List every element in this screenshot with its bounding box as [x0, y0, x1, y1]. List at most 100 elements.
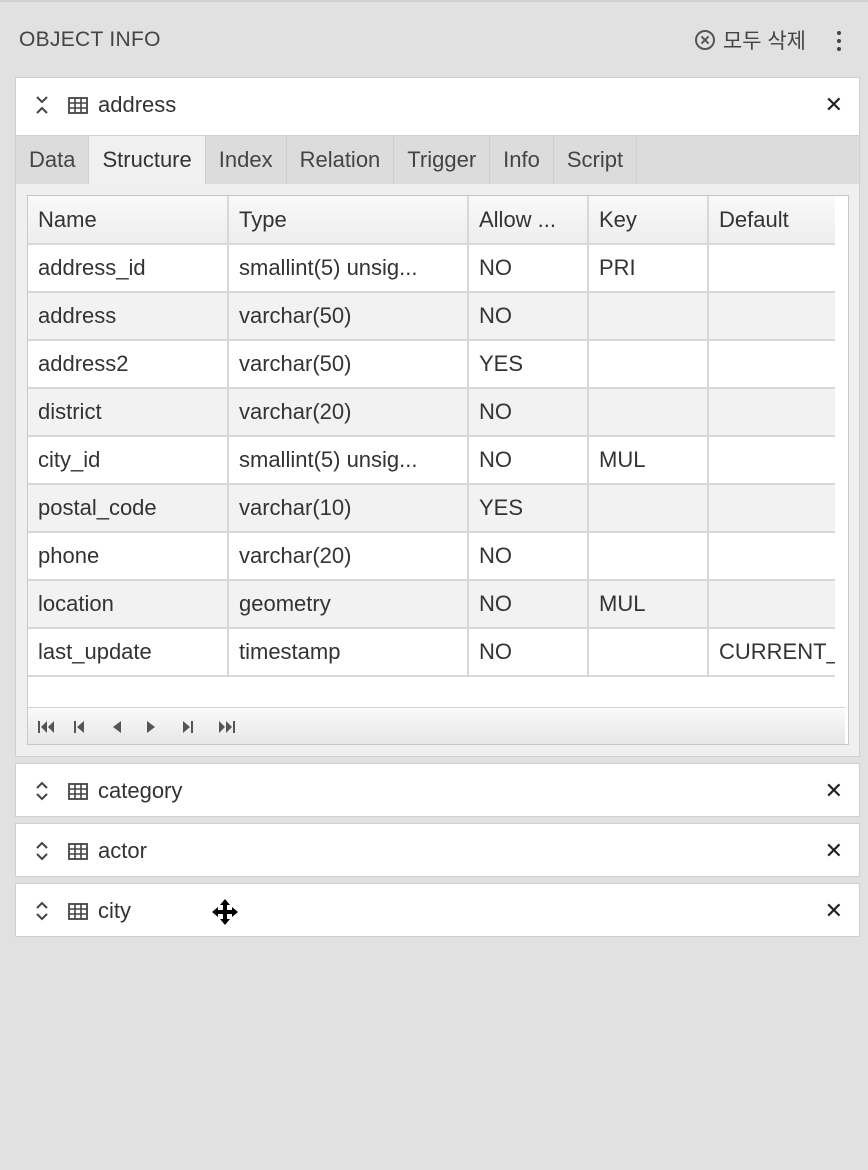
table-row[interactable]: address_id smallint(5) unsig... NO PRI [28, 244, 835, 293]
cell-name: last_update [28, 628, 229, 677]
tab-info[interactable]: Info [490, 136, 554, 184]
cell-key [588, 532, 709, 581]
column-header-allow-null[interactable]: Allow ... [468, 196, 589, 245]
close-icon[interactable]: ✕ [825, 780, 843, 802]
cell-default [708, 388, 835, 437]
table-row[interactable]: last_update timestamp NO CURRENT_ [28, 628, 835, 677]
table-row[interactable]: phone varchar(20) NO [28, 532, 835, 581]
last-page-icon[interactable] [218, 713, 254, 741]
cell-type: smallint(5) unsig... [228, 436, 469, 485]
pagination-bar [28, 707, 845, 744]
cell-name: address2 [28, 340, 229, 389]
cell-allow-null: NO [468, 436, 589, 485]
cell-key: PRI [588, 244, 709, 293]
cell-name: district [28, 388, 229, 437]
tab-structure[interactable]: Structure [89, 136, 206, 184]
next-page-icon[interactable] [146, 713, 182, 741]
kebab-menu-icon[interactable] [836, 31, 842, 51]
chevron-expand-icon[interactable] [35, 840, 49, 862]
chevron-expand-icon[interactable] [35, 900, 49, 922]
cell-key [588, 388, 709, 437]
column-header-type[interactable]: Type [228, 196, 469, 245]
column-header-name[interactable]: Name [28, 196, 229, 245]
object-panel-city[interactable]: city ✕ [15, 883, 860, 937]
tab-script[interactable]: Script [554, 136, 638, 184]
delete-all-button[interactable]: 모두 삭제 [694, 27, 806, 53]
close-icon[interactable]: ✕ [825, 900, 843, 922]
cell-name: postal_code [28, 484, 229, 533]
tab-relation[interactable]: Relation [287, 136, 395, 184]
cell-default [708, 340, 835, 389]
cell-default [708, 484, 835, 533]
cell-type: varchar(50) [228, 292, 469, 341]
object-panel-address: address ✕ Data Structure Index Relation … [15, 77, 860, 757]
object-panel-actor[interactable]: actor ✕ [15, 823, 860, 877]
cell-name: address [28, 292, 229, 341]
next-block-icon[interactable] [182, 713, 218, 741]
tab-index[interactable]: Index [206, 136, 287, 184]
cell-key: MUL [588, 580, 709, 629]
tab-trigger[interactable]: Trigger [394, 136, 491, 184]
table-row[interactable]: location geometry NO MUL [28, 580, 835, 629]
table-icon [68, 783, 88, 800]
move-cursor-icon [211, 898, 239, 926]
cell-allow-null: NO [468, 628, 589, 677]
cell-key: MUL [588, 436, 709, 485]
cell-default [708, 532, 835, 581]
close-icon[interactable]: ✕ [825, 840, 843, 862]
table-row[interactable]: postal_code varchar(10) YES [28, 484, 835, 533]
cell-allow-null: NO [468, 388, 589, 437]
cell-type: geometry [228, 580, 469, 629]
delete-all-label: 모두 삭제 [722, 30, 806, 53]
cell-allow-null: NO [468, 580, 589, 629]
tab-data[interactable]: Data [16, 136, 90, 184]
cell-type: smallint(5) unsig... [228, 244, 469, 293]
chevron-expand-icon[interactable] [35, 780, 49, 802]
previous-page-icon[interactable] [110, 713, 146, 741]
table-row[interactable]: address varchar(50) NO [28, 292, 835, 341]
structure-grid-area: Name Type Allow ... Key Default address_… [16, 184, 859, 756]
cell-default: CURRENT_ [708, 628, 835, 677]
circle-x-icon [694, 30, 715, 50]
cell-key [588, 340, 709, 389]
cell-key [588, 628, 709, 677]
structure-grid: Name Type Allow ... Key Default address_… [27, 195, 849, 745]
column-header-default[interactable]: Default [708, 196, 835, 245]
table-icon [68, 97, 88, 114]
structure-table: Name Type Allow ... Key Default address_… [28, 196, 835, 677]
first-page-icon[interactable] [38, 713, 74, 741]
cell-name: city_id [28, 436, 229, 485]
chevron-collapse-icon[interactable] [35, 94, 49, 116]
panel-header[interactable]: address ✕ [16, 78, 859, 132]
cell-name: phone [28, 532, 229, 581]
panel-title: OBJECT INFO [19, 28, 161, 51]
table-icon [68, 843, 88, 860]
cell-default [708, 580, 835, 629]
cell-type: timestamp [228, 628, 469, 677]
cell-allow-null: NO [468, 292, 589, 341]
cell-default [708, 292, 835, 341]
cell-allow-null: NO [468, 532, 589, 581]
table-row[interactable]: district varchar(20) NO [28, 388, 835, 437]
previous-block-icon[interactable] [74, 713, 110, 741]
cell-type: varchar(50) [228, 340, 469, 389]
cell-default [708, 436, 835, 485]
cell-type: varchar(10) [228, 484, 469, 533]
panel-object-name: city [98, 898, 131, 923]
panel-object-name: actor [98, 838, 147, 863]
cell-allow-null: YES [468, 340, 589, 389]
table-row[interactable]: address2 varchar(50) YES [28, 340, 835, 389]
cell-type: varchar(20) [228, 532, 469, 581]
panel-object-name: address [98, 92, 177, 117]
cell-allow-null: YES [468, 484, 589, 533]
cell-name: location [28, 580, 229, 629]
cell-allow-null: NO [468, 244, 589, 293]
table-row[interactable]: city_id smallint(5) unsig... NO MUL [28, 436, 835, 485]
column-header-key[interactable]: Key [588, 196, 709, 245]
cell-key [588, 484, 709, 533]
object-info-header: OBJECT INFO 모두 삭제 [0, 0, 868, 78]
object-panel-category[interactable]: category ✕ [15, 763, 860, 817]
close-icon[interactable]: ✕ [825, 94, 843, 116]
cell-key [588, 292, 709, 341]
cell-default [708, 244, 835, 293]
